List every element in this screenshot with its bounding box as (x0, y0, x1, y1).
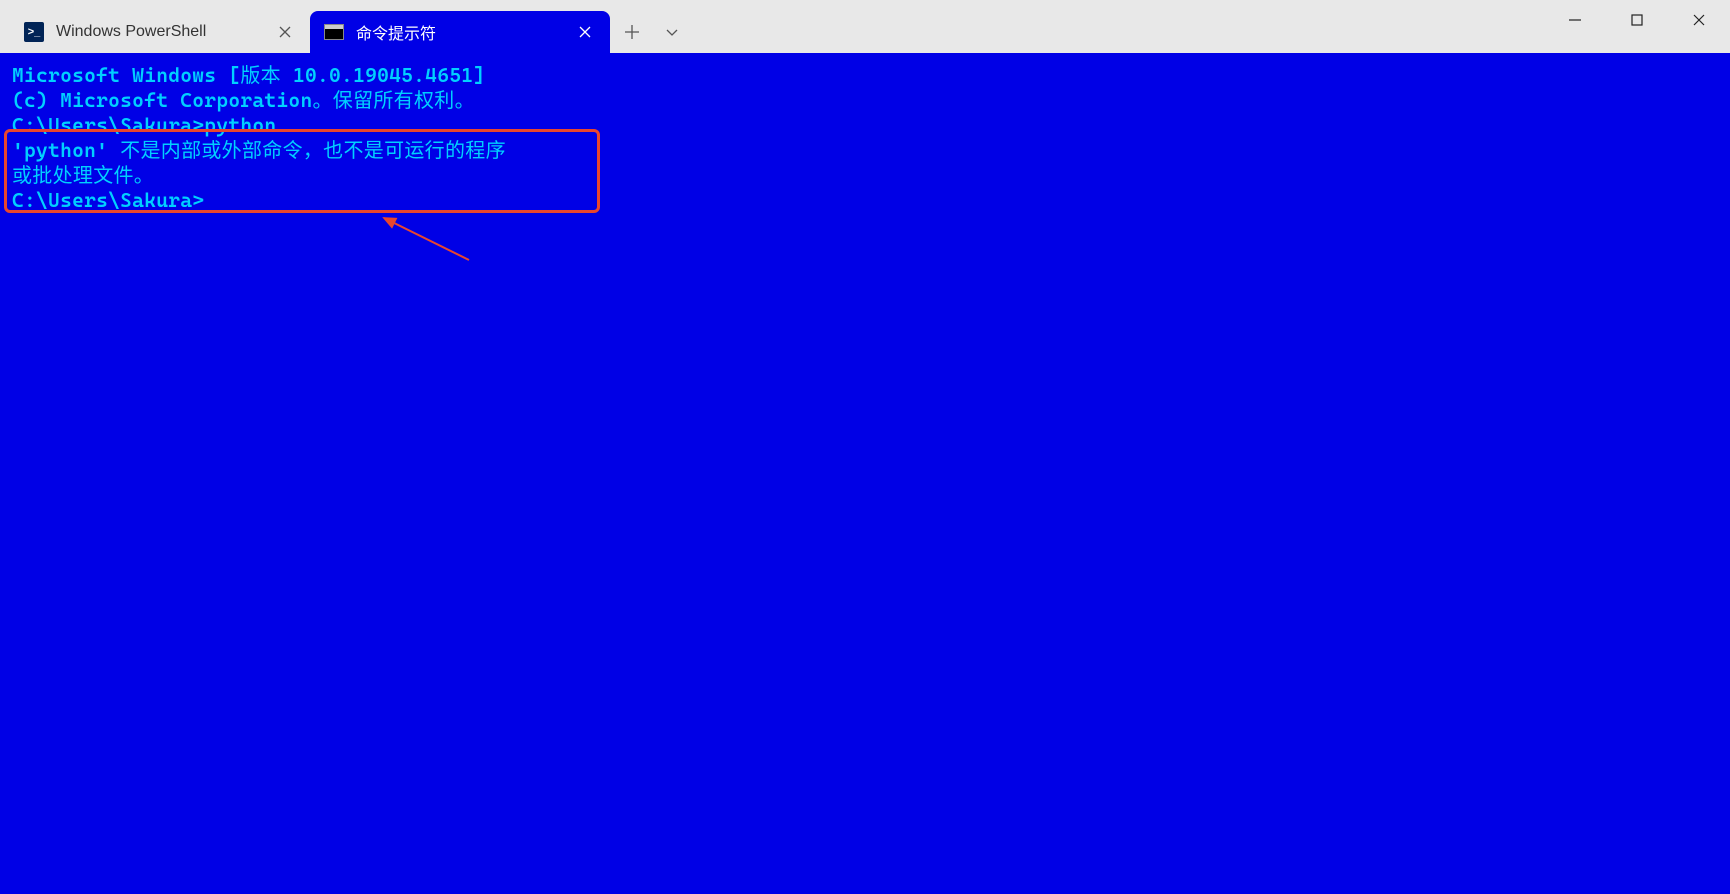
tab-cmd[interactable]: 命令提示符 (310, 11, 610, 53)
terminal-line: 'python' 不是内部或外部命令，也不是可运行的程序 (12, 138, 1718, 163)
titlebar-drag-area[interactable] (690, 0, 1544, 53)
tab-strip: >_ Windows PowerShell 命令提示符 (0, 0, 690, 53)
annotation-arrow-icon (369, 210, 489, 270)
terminal-line: 或批处理文件。 (12, 163, 1718, 188)
terminal-line: C:\Users\Sakura>python (12, 113, 1718, 138)
tab-label: Windows PowerShell (56, 23, 264, 41)
close-icon[interactable] (274, 21, 296, 43)
terminal-line: (c) Microsoft Corporation。保留所有权利。 (12, 88, 1718, 113)
terminal-area[interactable]: Microsoft Windows [版本 10.0.19045.4651] (… (0, 53, 1730, 894)
window-controls (1544, 0, 1730, 40)
powershell-icon: >_ (24, 22, 44, 42)
close-icon[interactable] (574, 21, 596, 43)
minimize-button[interactable] (1544, 0, 1606, 40)
terminal-line: Microsoft Windows [版本 10.0.19045.4651] (12, 63, 1718, 88)
tab-dropdown-button[interactable] (654, 11, 690, 53)
maximize-button[interactable] (1606, 0, 1668, 40)
tab-powershell[interactable]: >_ Windows PowerShell (10, 11, 310, 53)
titlebar: >_ Windows PowerShell 命令提示符 (0, 0, 1730, 53)
new-tab-button[interactable] (610, 11, 654, 53)
cmd-icon (324, 22, 344, 42)
tab-label: 命令提示符 (356, 20, 564, 44)
close-window-button[interactable] (1668, 0, 1730, 40)
terminal-line: C:\Users\Sakura> (12, 188, 1718, 213)
